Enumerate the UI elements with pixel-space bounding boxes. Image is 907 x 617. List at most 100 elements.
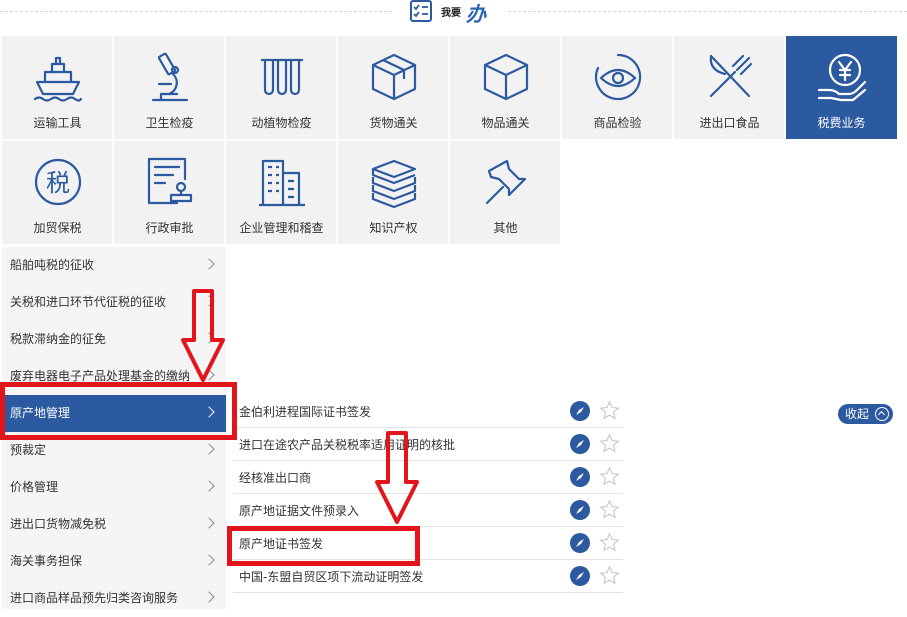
compass-icon[interactable] bbox=[570, 533, 590, 553]
nav-item-customs-guarantee[interactable]: 海关事务担保 bbox=[2, 543, 226, 580]
pushpin-icon bbox=[485, 159, 527, 205]
nav-item-sample-classification[interactable]: 进口商品样品预先归类咨询服务 bbox=[2, 580, 226, 617]
collapse-button[interactable]: 收起 bbox=[838, 404, 893, 424]
chevron-right-icon bbox=[203, 480, 215, 492]
yen-hand-icon bbox=[817, 53, 867, 102]
checklist-icon bbox=[410, 0, 432, 22]
tile-enterprise-management[interactable]: 企业管理和稽查 bbox=[226, 141, 337, 245]
nav-item-origin-management[interactable]: 原产地管理 bbox=[2, 395, 226, 432]
sub-item-label: 进口在途农产品关税税率适用证明的核批 bbox=[239, 438, 456, 452]
chevron-right-icon bbox=[203, 406, 215, 418]
tile-article-clearance[interactable]: 物品通关 bbox=[450, 36, 561, 140]
star-icon[interactable] bbox=[599, 433, 620, 454]
box-icon bbox=[483, 53, 529, 101]
tile-administrative-approval[interactable]: 行政审批 bbox=[114, 141, 225, 245]
sub-item-agricultural-tariff-proof[interactable]: 进口在途农产品关税税率适用证明的核批 bbox=[233, 428, 623, 461]
tile-health-quarantine[interactable]: 卫生检疫 bbox=[114, 36, 225, 140]
tile-label: 企业管理和稽查 bbox=[239, 221, 324, 235]
microscope-icon bbox=[151, 52, 189, 102]
nav-item-label: 税款滞纳金的征免 bbox=[10, 332, 107, 346]
divider-right bbox=[508, 11, 907, 12]
sub-item-label: 经核准出口商 bbox=[239, 471, 312, 485]
tile-processing-bonded[interactable]: 税 加贸保税 bbox=[2, 141, 113, 245]
tile-label: 运输工具 bbox=[33, 116, 82, 130]
tile-label: 知识产权 bbox=[369, 221, 418, 235]
nav-item-label: 关税和进口环节代征税的征收 bbox=[10, 295, 167, 309]
collapse-label: 收起 bbox=[845, 407, 870, 421]
tile-goods-clearance[interactable]: 货物通关 bbox=[338, 36, 449, 140]
chevron-up-icon bbox=[875, 407, 889, 421]
tax-circle-icon: 税 bbox=[34, 158, 82, 206]
tile-transport[interactable]: 运输工具 bbox=[2, 36, 113, 140]
approval-stamp-icon bbox=[147, 157, 193, 205]
tile-label: 卫生检疫 bbox=[145, 116, 194, 130]
left-nav: 船舶吨税的征收 关税和进口环节代征税的征收 税款滞纳金的征免 废弃电器电子产品处… bbox=[2, 247, 226, 609]
books-icon bbox=[371, 159, 417, 209]
sub-item-asean-movement-certificate[interactable]: 中国-东盟自贸区项下流动证明签发 bbox=[233, 560, 623, 593]
sub-item-origin-certificate-issuance[interactable]: 原产地证书签发 bbox=[233, 527, 623, 560]
nav-item-duty-exemption[interactable]: 进出口货物减免税 bbox=[2, 506, 226, 543]
star-icon[interactable] bbox=[599, 532, 620, 553]
sub-item-label: 原产地证书签发 bbox=[239, 537, 324, 551]
nav-item-label: 价格管理 bbox=[10, 480, 59, 494]
chevron-right-icon bbox=[203, 332, 215, 344]
chevron-right-icon bbox=[203, 295, 215, 307]
chevron-right-icon bbox=[203, 443, 215, 455]
nav-item-price-management[interactable]: 价格管理 bbox=[2, 469, 226, 506]
tile-import-export-food[interactable]: 进出口食品 bbox=[674, 36, 785, 140]
tile-animal-plant-quarantine[interactable]: 动植物检疫 bbox=[226, 36, 337, 140]
ship-icon bbox=[33, 56, 83, 102]
sub-item-label: 中国-东盟自贸区项下流动证明签发 bbox=[239, 570, 424, 584]
tile-intellectual-property[interactable]: 知识产权 bbox=[338, 141, 449, 245]
building-icon bbox=[259, 159, 305, 207]
nav-item-label: 进出口货物减免税 bbox=[10, 517, 107, 531]
chevron-right-icon bbox=[203, 517, 215, 529]
section-header: 我要 办 bbox=[0, 0, 907, 30]
star-icon[interactable] bbox=[599, 565, 620, 586]
tile-tax-fee-business[interactable]: 税费业务 bbox=[786, 36, 898, 140]
fork-knife-icon bbox=[709, 54, 753, 98]
package-icon bbox=[371, 53, 417, 101]
compass-icon[interactable] bbox=[570, 434, 590, 454]
compass-icon[interactable] bbox=[570, 566, 590, 586]
nav-item-customs-duties[interactable]: 关税和进口环节代征税的征收 bbox=[2, 284, 226, 321]
sub-item-kimberley-certificate[interactable]: 金伯利进程国际证书签发 bbox=[233, 395, 623, 428]
nav-item-late-fee[interactable]: 税款滞纳金的征免 bbox=[2, 321, 226, 358]
nav-item-label: 船舶吨税的征收 bbox=[10, 258, 95, 272]
nav-item-label: 原产地管理 bbox=[10, 406, 71, 420]
tile-label: 货物通关 bbox=[369, 116, 418, 130]
nav-item-label: 预裁定 bbox=[10, 443, 47, 457]
tile-label: 物品通关 bbox=[481, 116, 530, 130]
compass-icon[interactable] bbox=[570, 401, 590, 421]
star-icon[interactable] bbox=[599, 400, 620, 421]
nav-item-waste-electronics-fund[interactable]: 废弃电器电子产品处理基金的缴纳 bbox=[2, 358, 226, 395]
nav-item-label: 废弃电器电子产品处理基金的缴纳 bbox=[10, 369, 191, 383]
tile-commodity-inspection[interactable]: 商品检验 bbox=[562, 36, 673, 140]
star-icon[interactable] bbox=[599, 499, 620, 520]
sub-item-label: 金伯利进程国际证书签发 bbox=[239, 405, 372, 419]
nav-item-ship-tonnage-tax[interactable]: 船舶吨税的征收 bbox=[2, 247, 226, 284]
test-tubes-icon bbox=[261, 58, 303, 96]
nav-item-advance-ruling[interactable]: 预裁定 bbox=[2, 432, 226, 469]
header-title-big: 办 bbox=[466, 2, 486, 26]
compass-icon[interactable] bbox=[570, 500, 590, 520]
compass-icon[interactable] bbox=[570, 467, 590, 487]
chevron-right-icon bbox=[203, 591, 215, 603]
divider-left bbox=[0, 11, 392, 12]
star-icon[interactable] bbox=[599, 466, 620, 487]
tile-label: 加贸保税 bbox=[33, 221, 82, 235]
tile-label: 动植物检疫 bbox=[251, 116, 312, 130]
sub-item-origin-document-prerecord[interactable]: 原产地证据文件预录入 bbox=[233, 494, 623, 527]
tile-other[interactable]: 其他 bbox=[450, 141, 561, 245]
svg-text:税: 税 bbox=[46, 169, 70, 197]
sub-item-label: 原产地证据文件预录入 bbox=[239, 504, 360, 518]
category-grid: 运输工具 卫生检疫 动植物检疫 货物通关 物品通关 商品检验 进出口食品 税费业… bbox=[2, 36, 905, 247]
tile-label: 进出口食品 bbox=[699, 116, 760, 130]
nav-item-label: 海关事务担保 bbox=[10, 554, 83, 568]
chevron-right-icon bbox=[203, 554, 215, 566]
tile-label: 税费业务 bbox=[817, 116, 866, 130]
sub-item-approved-exporter[interactable]: 经核准出口商 bbox=[233, 461, 623, 494]
eye-icon bbox=[595, 53, 642, 101]
nav-item-label: 进口商品样品预先归类咨询服务 bbox=[10, 591, 179, 605]
tile-label: 其他 bbox=[493, 221, 518, 235]
